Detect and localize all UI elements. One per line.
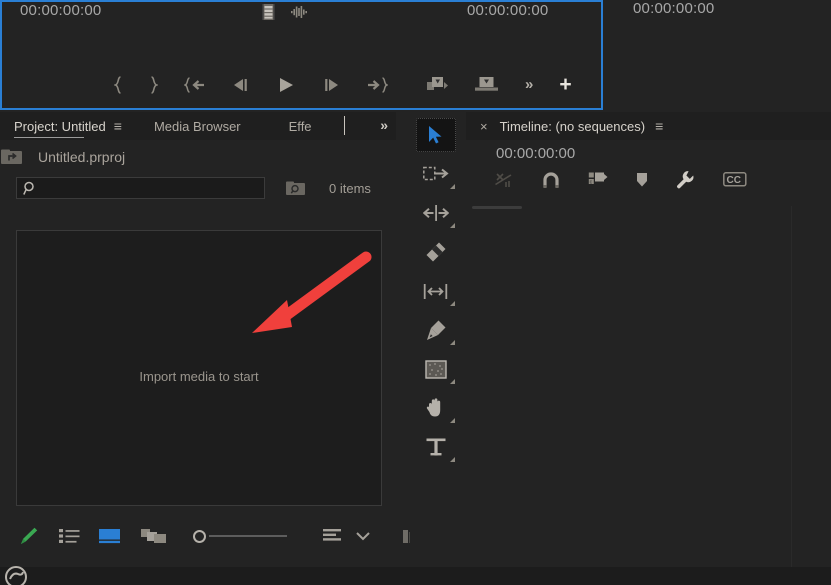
timeline-toolbar: c CC bbox=[494, 170, 747, 189]
snap-magnet-icon[interactable] bbox=[542, 171, 560, 189]
timeline-title[interactable]: Timeline: (no sequences) bbox=[500, 119, 645, 134]
items-count-label: 0 items bbox=[329, 180, 371, 196]
monitor-duration-timecode[interactable]: 00:00:00:00 bbox=[467, 2, 548, 19]
program-monitor-panel: 00:00:00:00 00:00:00:00 » + bbox=[0, 0, 603, 110]
premiere-pro-window: 00:00:00:00 00:00:00:00 » + 00:00:00:00 … bbox=[0, 0, 831, 585]
more-options-button[interactable]: » bbox=[525, 76, 533, 93]
tool-razor[interactable] bbox=[416, 235, 456, 269]
mark-out-button[interactable] bbox=[149, 76, 158, 94]
tool-slip[interactable] bbox=[416, 274, 456, 308]
svg-text:CC: CC bbox=[727, 175, 741, 186]
project-bin-area[interactable]: Import media to start bbox=[16, 230, 382, 506]
tab-active-underline bbox=[14, 137, 84, 138]
timeline-settings-wrench-icon[interactable] bbox=[676, 170, 695, 189]
sort-chevron-icon[interactable] bbox=[355, 530, 371, 542]
audio-waveform-icon[interactable] bbox=[291, 5, 309, 19]
tool-flyout-corner bbox=[450, 223, 455, 228]
tab-project[interactable]: Project: Untitled bbox=[14, 112, 106, 140]
icon-view-icon[interactable] bbox=[99, 528, 121, 545]
tool-selection[interactable] bbox=[416, 118, 456, 152]
tool-flyout-corner bbox=[450, 418, 455, 423]
creative-cloud-logo bbox=[4, 565, 28, 585]
search-icon bbox=[23, 181, 38, 196]
source-monitor-timecode[interactable]: 00:00:00:00 bbox=[633, 0, 714, 17]
bin-empty-message: Import media to start bbox=[139, 369, 259, 384]
filmstrip-icon[interactable] bbox=[262, 4, 275, 20]
timeline-panel: × Timeline: (no sequences) ≡ 00:00:00:00 bbox=[466, 112, 831, 567]
source-monitor-panel: 00:00:00:00 bbox=[605, 0, 831, 110]
breadcrumb: Untitled.prproj bbox=[0, 142, 396, 172]
list-view-icon[interactable] bbox=[59, 528, 81, 544]
tool-flyout-corner bbox=[450, 301, 455, 306]
captions-cc-icon[interactable]: CC bbox=[723, 172, 747, 187]
mark-in-button[interactable] bbox=[114, 76, 123, 94]
button-editor-add[interactable]: + bbox=[559, 74, 571, 95]
find-folder-icon[interactable] bbox=[285, 180, 307, 197]
monitor-right-buttons: » + bbox=[427, 74, 572, 95]
project-panel-tabbar: Project: Untitled ≡ Media Browser Effe » bbox=[0, 112, 396, 140]
tab-media-browser[interactable]: Media Browser bbox=[154, 112, 241, 140]
play-button[interactable] bbox=[276, 76, 296, 94]
tab-clip-edge bbox=[344, 116, 345, 135]
timeline-close-icon[interactable]: × bbox=[480, 119, 488, 134]
tool-ripple-edit[interactable] bbox=[416, 196, 456, 230]
zoom-slider[interactable] bbox=[193, 529, 287, 543]
tab-overflow-button[interactable]: » bbox=[380, 117, 388, 133]
breadcrumb-project-name[interactable]: Untitled.prproj bbox=[38, 149, 125, 165]
insert-button[interactable] bbox=[427, 76, 449, 93]
go-to-in-button[interactable] bbox=[184, 76, 206, 94]
tool-track-select-forward[interactable] bbox=[416, 157, 456, 191]
tool-flyout-corner bbox=[450, 379, 455, 384]
timeline-playhead-timecode[interactable]: 00:00:00:00 bbox=[496, 145, 575, 162]
tab-project-label: Project: Untitled bbox=[14, 118, 106, 134]
timeline-panel-divider bbox=[791, 206, 792, 567]
add-marker-icon[interactable] bbox=[636, 172, 648, 188]
tool-rectangle[interactable] bbox=[416, 352, 456, 386]
timeline-panel-menu-icon[interactable]: ≡ bbox=[655, 118, 663, 134]
sort-icon[interactable] bbox=[323, 528, 343, 544]
zoom-slider-track[interactable] bbox=[209, 535, 287, 537]
monitor-transport-controls bbox=[114, 76, 388, 94]
project-panel-menu-icon[interactable]: ≡ bbox=[114, 118, 122, 134]
monitor-center-icons bbox=[262, 4, 309, 20]
tool-pen[interactable] bbox=[416, 313, 456, 347]
tool-hand[interactable] bbox=[416, 391, 456, 425]
status-bar bbox=[0, 565, 831, 585]
search-input[interactable] bbox=[43, 178, 253, 198]
timeline-track-area[interactable] bbox=[466, 206, 831, 567]
go-to-out-button[interactable] bbox=[366, 76, 388, 94]
project-panel: Project: Untitled ≡ Media Browser Effe »… bbox=[0, 112, 458, 567]
tool-flyout-corner bbox=[450, 184, 455, 189]
step-back-button[interactable] bbox=[232, 77, 250, 93]
zoom-slider-knob[interactable] bbox=[193, 529, 206, 543]
timeline-tabbar: × Timeline: (no sequences) ≡ bbox=[466, 112, 831, 140]
search-input-wrapper[interactable] bbox=[16, 177, 265, 199]
tool-flyout-corner bbox=[450, 457, 455, 462]
tool-type[interactable] bbox=[416, 430, 456, 464]
timeline-horizontal-scrollbar[interactable] bbox=[472, 206, 522, 209]
monitor-playhead-timecode[interactable]: 00:00:00:00 bbox=[20, 2, 101, 19]
linked-selection-icon[interactable]: c bbox=[588, 171, 608, 189]
freeform-view-icon[interactable] bbox=[141, 528, 167, 545]
tool-flyout-corner bbox=[450, 340, 455, 345]
insert-overwrite-icon[interactable] bbox=[494, 171, 514, 189]
step-forward-button[interactable] bbox=[322, 77, 340, 93]
new-item-icon[interactable] bbox=[18, 526, 39, 547]
navigate-up-folder-icon[interactable] bbox=[0, 148, 24, 166]
project-search-row: 0 items bbox=[0, 172, 396, 204]
tab-effects[interactable]: Effe bbox=[289, 112, 312, 140]
overwrite-button[interactable] bbox=[475, 76, 499, 93]
project-bottom-toolbar bbox=[0, 521, 458, 551]
tools-panel bbox=[410, 112, 462, 567]
